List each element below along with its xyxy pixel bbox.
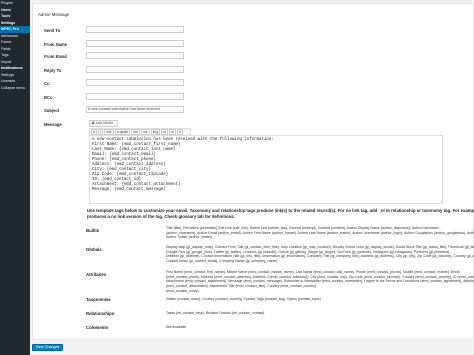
tag-line: First Name {emd_contact_first_name}, Mid… <box>166 270 460 274</box>
cc-input[interactable] <box>86 79 184 86</box>
template-tags-help: Use template tags below to customize you… <box>87 208 474 219</box>
tags-attributes-label: Attributes <box>86 272 107 277</box>
cc-label: Cc <box>44 81 50 86</box>
send-to-label: Send To <box>44 28 61 33</box>
tags-globals-list: Display Map {gl_display_map}, Contact Fo… <box>166 245 474 264</box>
quicktag-button[interactable]: ins <box>141 129 150 135</box>
tag-line: {author_nicename}, Author Email {author_… <box>166 230 474 235</box>
bcc-label: BCc <box>44 95 53 100</box>
media-icon: ▣ <box>91 121 95 125</box>
message-editor[interactable]: A new contact submission has been receiv… <box>89 135 443 204</box>
help-line: produces a no link version of the tag. C… <box>87 213 235 219</box>
tag-line: Contact Email {gl_contact_email}, Compan… <box>166 259 278 264</box>
tag-line: {emd_contact_notify} <box>166 288 199 293</box>
main-content: Admin Message Send To From Name From Ema… <box>30 0 474 355</box>
reply-to-input[interactable] <box>86 66 184 73</box>
send-to-input[interactable] <box>86 26 184 33</box>
quicktag-button[interactable]: del <box>131 129 140 135</box>
tags-relationships-list: Tasks {rel_contact_task}, Related Contac… <box>166 311 474 316</box>
tags-relationships-label: Relationships <box>86 311 115 316</box>
tags-attributes-list: First Name {emd_contact_first_name}, Mid… <box>166 270 474 294</box>
tags-comments-label: Comments <box>86 325 109 330</box>
tag-line: Author Twitter {author_twitter} <box>166 235 213 240</box>
notification-settings-panel: Admin Message Send To From Name From Ema… <box>32 3 474 340</box>
from-name-input[interactable] <box>86 40 184 47</box>
quicktag-button[interactable]: b-quote <box>114 129 131 135</box>
tag-line: Not available <box>166 325 187 329</box>
message-label: Message <box>44 122 62 127</box>
add-media-label: Add Media <box>95 121 113 125</box>
subject-label: Subject <box>44 108 60 113</box>
add-media-button[interactable]: ▣ Add Media <box>89 120 118 127</box>
from-email-label: From Email <box>44 54 67 59</box>
from-email-input[interactable] <box>86 52 184 59</box>
tag-line: Tasks {rel_contact_task}, Related Contac… <box>166 311 265 315</box>
panel-title: Admin Message <box>38 12 70 17</box>
tags-taxonomies-list: States {contact_state}, Country {contact… <box>166 297 474 302</box>
subject-input[interactable]: A new contact submission has been receiv… <box>86 106 184 113</box>
from-name-label: From Name <box>44 42 68 47</box>
tag-line: Display Map {gl_display_map}, Contact Fo… <box>166 245 474 249</box>
quicktag-button[interactable]: b <box>91 129 98 135</box>
help-line: Use template tags below to customize you… <box>87 208 474 213</box>
tags-builtin-label: Builtin <box>86 228 100 233</box>
editor-line: Message: {emd_contact_message} <box>92 188 166 193</box>
quicktag-button[interactable]: ul <box>161 129 169 135</box>
quicktag-button[interactable]: i <box>98 129 104 135</box>
tags-builtin-list: Title {title}, Permalink {permalink} Edi… <box>166 226 474 240</box>
tags-comments-list: Not available <box>166 325 474 330</box>
quicktag-button[interactable]: li <box>177 129 184 135</box>
tags-globals-label: Globals <box>86 247 102 252</box>
quicktag-button[interactable]: ol <box>169 129 177 135</box>
quicktag-button[interactable]: link <box>104 129 114 135</box>
reply-to-label: Reply To <box>44 68 62 73</box>
bcc-input[interactable] <box>86 93 184 100</box>
tag-line: States {contact_state}, Country {contact… <box>166 297 321 301</box>
sidebar-item[interactable]: Collapse menu <box>0 85 30 92</box>
save-changes-button[interactable]: Save Changes <box>32 344 63 351</box>
admin-sidebar: Plugins Users Tools Settings WPEC Pro dashboa… <box>0 0 30 355</box>
tag-line: Title {title}, Permalink {permalink} Edi… <box>166 226 439 230</box>
tags-taxonomies-label: Taxonomies <box>86 297 111 302</box>
quicktag-button[interactable]: img <box>150 129 161 135</box>
